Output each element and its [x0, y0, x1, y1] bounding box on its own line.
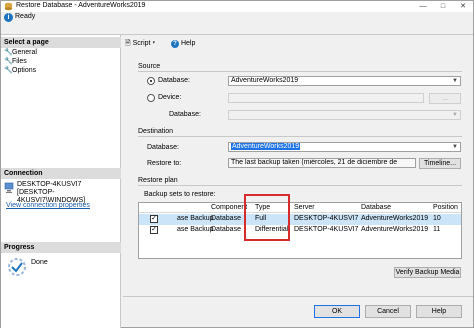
backup-sets-grid[interactable]: Component Type Server Database Position …: [138, 202, 462, 259]
page-item-general[interactable]: 🔧General: [4, 48, 37, 57]
left-pane: Select a page 🔧General 🔧Files 🔧Options C…: [1, 35, 121, 328]
column-header-position[interactable]: Position: [433, 203, 458, 213]
row-server: DESKTOP-4KUSVI7: [294, 226, 359, 233]
destination-group-divider: [138, 136, 462, 137]
page-item-options[interactable]: 🔧Options: [4, 66, 36, 75]
chevron-down-icon: ▼: [452, 78, 458, 84]
view-connection-properties-link[interactable]: View connection properties: [6, 202, 90, 209]
destination-database-select[interactable]: AdventureWorks2019 ▼: [228, 142, 461, 152]
destination-group-title: Destination: [138, 128, 174, 135]
column-header-component[interactable]: Component: [211, 203, 247, 213]
table-row[interactable]: ✓ ase Backup Database Full DESKTOP-4KUSV…: [139, 214, 461, 225]
status-bar: i Ready: [1, 12, 473, 23]
row-position: 10: [433, 215, 441, 222]
select-page-header: Select a page: [1, 37, 121, 48]
script-button[interactable]: 🗎 Script ▾: [125, 38, 155, 49]
connection-server: DESKTOP-4KUSVI7: [17, 181, 82, 188]
wrench-icon: 🔧: [4, 67, 13, 74]
timeline-button[interactable]: Timeline...: [419, 158, 461, 169]
progress-done-icon: [8, 258, 26, 276]
progress-header: Progress: [1, 242, 121, 253]
close-icon[interactable]: ✕: [453, 1, 473, 12]
device-database-label: Database:: [169, 111, 201, 118]
destination-database-value: AdventureWorks2019: [231, 143, 301, 150]
device-field[interactable]: [228, 93, 424, 103]
row-component: Database: [211, 226, 241, 233]
restore-to-value: The last backup taken (miércoles, 21 de …: [231, 159, 398, 166]
restore-to-label: Restore to:: [147, 160, 182, 167]
table-row[interactable]: ✓ ase Backup Database Differential DESKT…: [139, 225, 461, 236]
restore-plan-group-title: Restore plan: [138, 177, 178, 184]
backup-sets-label: Backup sets to restore:: [144, 191, 216, 198]
chevron-down-icon: ▾: [152, 40, 156, 47]
restore-plan-group-divider: [138, 185, 462, 186]
info-icon: i: [4, 13, 13, 22]
ok-button[interactable]: OK: [314, 305, 360, 318]
footer-divider: [123, 296, 473, 297]
grid-header: Component Type Server Database Position: [139, 203, 461, 213]
wrench-icon: 🔧: [4, 58, 13, 65]
page-item-label: Files: [12, 58, 27, 65]
help-button[interactable]: ? Help: [171, 38, 195, 49]
row-server: DESKTOP-4KUSVI7: [294, 215, 359, 222]
window-title: Restore Database - AdventureWorks2019: [16, 2, 146, 9]
database-icon: [4, 2, 13, 11]
restore-checkbox[interactable]: ✓: [150, 215, 158, 223]
row-component: Database: [211, 215, 241, 222]
page-item-label: Options: [12, 67, 37, 74]
restore-checkbox[interactable]: ✓: [150, 226, 158, 234]
source-database-value: AdventureWorks2019: [231, 77, 299, 84]
row-database: AdventureWorks2019: [361, 226, 429, 233]
restore-to-field: The last backup taken (miércoles, 21 de …: [228, 158, 416, 168]
row-name: ase Backup: [177, 226, 214, 233]
cancel-button[interactable]: Cancel: [365, 305, 411, 318]
destination-database-label: Database:: [147, 144, 179, 151]
status-text: Ready: [15, 13, 36, 20]
page-item-label: General: [12, 49, 37, 56]
wrench-icon: 🔧: [4, 49, 13, 56]
source-group-divider: [138, 71, 462, 72]
database-option-label: Database:: [158, 77, 190, 84]
server-connection-icon: [4, 182, 14, 193]
chevron-down-icon: ▼: [452, 112, 458, 118]
script-label: Script: [132, 40, 151, 47]
connection-header: Connection: [1, 168, 121, 179]
chevron-down-icon: ▼: [452, 144, 458, 150]
browse-device-button[interactable]: ...: [429, 93, 461, 104]
maximize-icon[interactable]: □: [433, 1, 453, 12]
minimize-icon[interactable]: —: [413, 1, 433, 12]
row-name: ase Backup: [177, 215, 214, 222]
source-database-select[interactable]: AdventureWorks2019 ▼: [228, 76, 461, 86]
device-radio[interactable]: [147, 94, 155, 102]
help-icon: ?: [171, 40, 179, 48]
column-header-database[interactable]: Database: [361, 203, 391, 213]
progress-status: Done: [31, 259, 48, 266]
row-database: AdventureWorks2019: [361, 215, 429, 222]
title-bar: Restore Database - AdventureWorks2019 — …: [1, 1, 473, 12]
restore-database-window: Restore Database - AdventureWorks2019 — …: [0, 0, 474, 328]
database-radio[interactable]: [147, 77, 155, 85]
type-column-highlight: [244, 194, 290, 241]
device-option-label: Device:: [158, 94, 182, 101]
page-item-files[interactable]: 🔧Files: [4, 57, 27, 66]
help-footer-button[interactable]: Help: [416, 305, 462, 318]
row-position: 11: [433, 226, 441, 233]
device-database-select[interactable]: ▼: [228, 110, 461, 120]
help-label: Help: [180, 40, 196, 47]
verify-backup-media-button[interactable]: Verify Backup Media: [394, 267, 461, 278]
column-header-server[interactable]: Server: [294, 203, 315, 213]
script-icon: 🗎: [125, 40, 131, 47]
source-group-title: Source: [138, 63, 161, 70]
